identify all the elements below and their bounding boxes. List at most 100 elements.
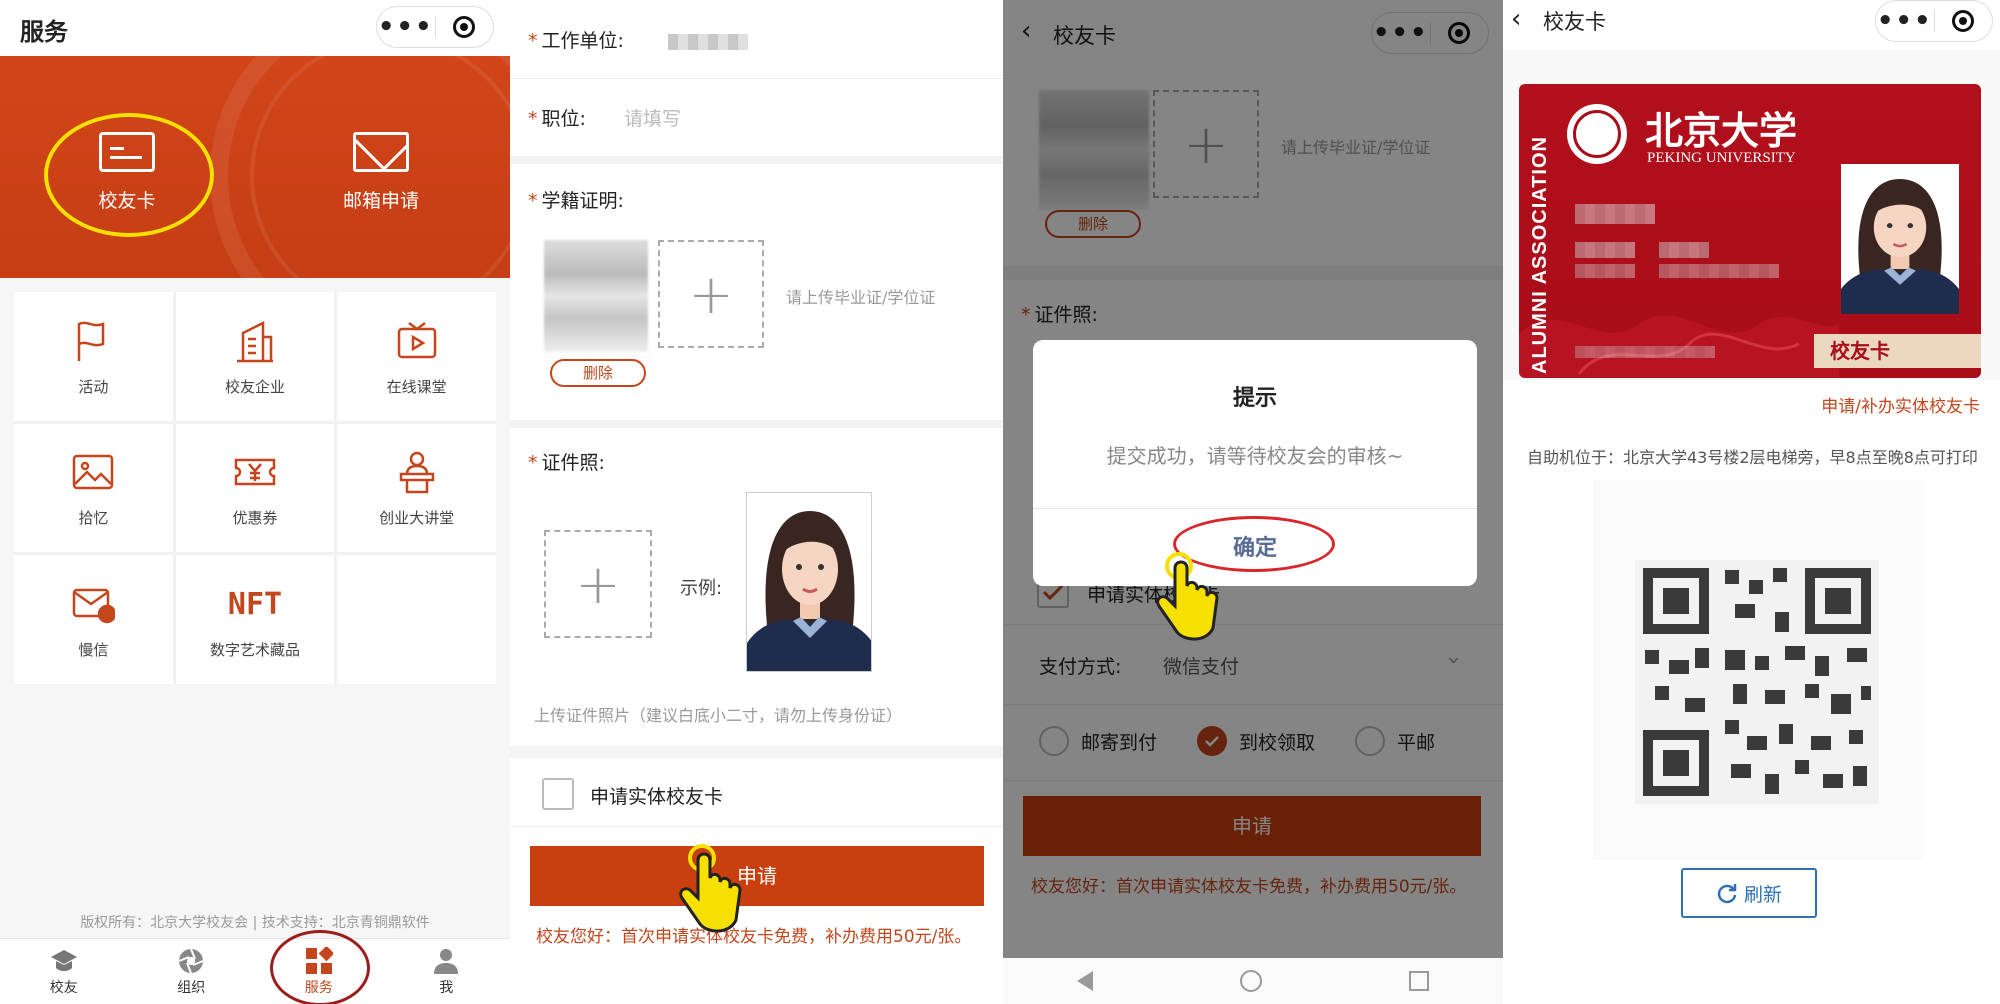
service-item-coupons[interactable]: 优惠券 — [175, 423, 335, 553]
fee-notice: 校友您好：首次申请实体校友卡免费，补办费用50元/张。 — [536, 927, 972, 947]
example-portrait — [746, 492, 872, 672]
service-label: 拾忆 — [78, 509, 109, 528]
tv-icon — [392, 316, 442, 366]
alumni-association-text: ALUMNI ASSOCIATION — [1529, 136, 1551, 374]
upload-id-photo-button[interactable]: + — [544, 530, 652, 638]
header: ‹ 校友卡 ••• — [1503, 0, 2000, 50]
services-grid: 活动 校友企业 在线课堂 拾忆 优惠券 创业大讲堂 慢信 NFT 数字艺术藏品 — [14, 292, 496, 684]
id-photo-label: 证件照: — [541, 452, 605, 474]
graduation-cap-icon — [50, 947, 78, 975]
university-name-cn: 北京大学 — [1645, 108, 1798, 153]
card-badge: 校友卡 — [1814, 334, 1981, 368]
nft-icon: NFT — [227, 586, 283, 622]
apply-button[interactable]: 申请 — [530, 846, 984, 906]
nav-back-icon[interactable] — [1076, 971, 1093, 991]
position-input[interactable]: 请填写 — [624, 104, 681, 131]
tab-label: 校友 — [49, 980, 78, 996]
service-label: 在线课堂 — [386, 377, 447, 396]
services-screen: 服务 ••• 校友卡 邮箱申请 活动 校友企业 在线课堂 拾忆 优惠券 创业大讲… — [0, 0, 510, 1004]
enrollment-proof-row: * 学籍证明: — [528, 190, 624, 212]
service-label: 活动 — [78, 377, 109, 396]
tab-organization[interactable]: 组织 — [128, 939, 256, 1004]
upload-certificate-button[interactable]: + — [658, 240, 764, 348]
enrollment-label: 学籍证明: — [541, 190, 624, 212]
android-nav-bar — [1003, 958, 1503, 1004]
dialog-message: 提交成功，请等待校友会的审核~ — [1106, 444, 1404, 468]
service-item-activity[interactable]: 活动 — [14, 292, 173, 421]
lecture-icon — [392, 447, 442, 497]
service-label: 数字艺术藏品 — [209, 641, 300, 660]
tap-hand-icon — [679, 844, 742, 933]
id-photo-row: * 证件照: — [528, 452, 605, 474]
dialog-title: 提示 — [1232, 386, 1277, 411]
card-number-blurred — [1575, 346, 1715, 358]
coupon-icon — [230, 447, 280, 497]
mini-program-capsule: ••• — [376, 6, 494, 48]
more-icon[interactable]: ••• — [377, 9, 435, 45]
mini-program-capsule: ••• — [1875, 0, 1993, 42]
page-title: 服务 — [20, 18, 68, 46]
physical-card-label: 申请实体校友卡 — [590, 786, 724, 808]
mail-icon — [353, 132, 409, 172]
tab-label: 组织 — [177, 980, 206, 996]
apply-physical-card-link[interactable]: 申请/补办实体校友卡 — [1821, 392, 1980, 417]
upload-hint: 请上传毕业证/学位证 — [786, 288, 936, 307]
image-icon — [68, 447, 118, 497]
service-item-memories[interactable]: 拾忆 — [14, 423, 173, 553]
cardholder-name-blurred — [1575, 204, 1655, 224]
kiosk-info: 自助机位于：北京大学43号楼2层电梯旁，早8点至晚8点可打印 — [1527, 448, 1978, 467]
close-target-icon[interactable] — [1934, 10, 1992, 32]
service-item-online-class[interactable]: 在线课堂 — [337, 292, 496, 421]
nav-home-icon[interactable] — [1239, 970, 1262, 992]
work-unit-row: * 工作单位: — [528, 30, 624, 52]
empty-cell — [337, 555, 496, 684]
service-label: 校友企业 — [224, 377, 285, 396]
work-unit-value-blurred[interactable] — [668, 34, 748, 50]
back-chevron-icon[interactable]: ‹ — [1511, 4, 1521, 34]
alumni-card-screen: ‹ 校友卡 ••• ALUMNI ASSOCIATION 北京大学 PEKING… — [1503, 0, 2000, 1004]
position-row: * 职位: — [528, 108, 586, 130]
refresh-button[interactable]: 刷新 — [1681, 868, 1817, 918]
close-target-icon[interactable] — [435, 16, 493, 38]
delete-button[interactable]: 删除 — [550, 359, 646, 387]
example-label: 示例: — [680, 578, 723, 599]
copyright-text: 版权所有：北京大学校友会 | 技术支持：北京青铜鼎软件 — [80, 915, 430, 931]
more-icon[interactable]: ••• — [1876, 3, 1934, 39]
photo-hint: 上传证件照片（建议白底小二寸，请勿上传身份证） — [534, 706, 903, 725]
mailbox-apply-entry[interactable]: 邮箱申请 — [306, 132, 456, 213]
header: 服务 ••• — [0, 0, 510, 56]
work-unit-label: 工作单位: — [541, 30, 624, 52]
submission-success-screen: ‹ 校友卡 ••• + 请上传毕业证/学位证 删除 * 证件照: 申请实体校友卡 … — [1003, 0, 1503, 1004]
service-label: 优惠券 — [232, 509, 278, 528]
success-dialog: 提示 提交成功，请等待校友会的审核~ 确定 — [1033, 340, 1477, 586]
page-title: 校友卡 — [1543, 10, 1606, 34]
service-item-slow-mail[interactable]: 慢信 — [14, 555, 173, 684]
service-item-startup-lecture[interactable]: 创业大讲堂 — [337, 423, 496, 553]
service-item-alumni-enterprise[interactable]: 校友企业 — [175, 292, 335, 421]
building-icon — [230, 316, 280, 366]
cardholder-info-blurred — [1575, 242, 1635, 258]
service-item-digital-art[interactable]: NFT 数字艺术藏品 — [175, 555, 335, 684]
university-name-en: PEKING UNIVERSITY — [1647, 150, 1796, 166]
tab-label: 我 — [439, 980, 454, 996]
user-icon — [432, 947, 460, 975]
qr-code — [1635, 560, 1879, 804]
tab-me[interactable]: 我 — [383, 939, 511, 1004]
qr-code-area — [1593, 480, 1923, 860]
flag-icon — [68, 316, 118, 366]
tap-hand-icon — [1156, 552, 1219, 641]
mailbox-apply-label: 邮箱申请 — [342, 190, 419, 212]
card-photo — [1841, 164, 1959, 314]
position-label: 职位: — [541, 108, 586, 130]
service-label: 慢信 — [78, 641, 109, 660]
highlight-circle — [44, 113, 214, 237]
nav-recents-icon[interactable] — [1409, 971, 1430, 991]
tab-alumni[interactable]: 校友 — [0, 939, 128, 1004]
uploaded-certificate-thumbnail — [544, 240, 648, 352]
alumni-card: ALUMNI ASSOCIATION 北京大学 PEKING UNIVERSIT… — [1519, 84, 1981, 378]
slow-mail-icon — [68, 579, 118, 629]
physical-card-checkbox[interactable] — [542, 778, 574, 810]
aperture-icon — [177, 947, 205, 975]
highlight-circle — [270, 930, 370, 1004]
refresh-icon — [1717, 884, 1737, 904]
